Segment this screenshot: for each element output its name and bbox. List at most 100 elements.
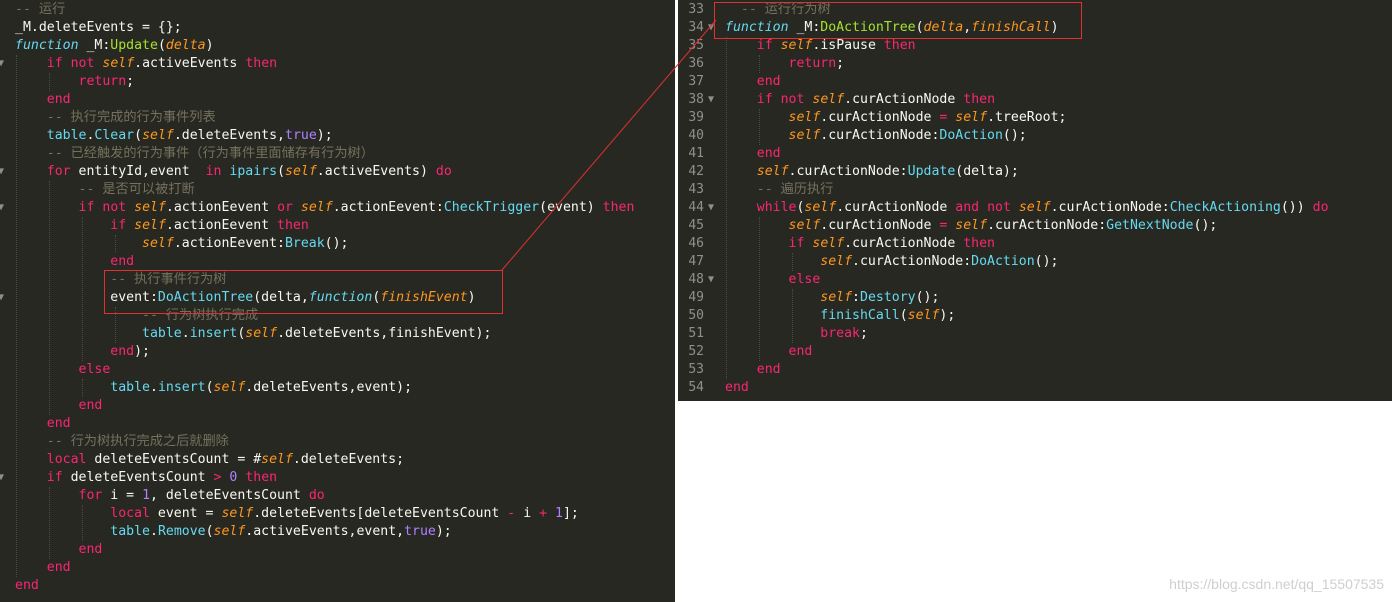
code-token: while <box>756 200 797 215</box>
code-token: if <box>756 38 773 53</box>
code-line[interactable]: end <box>15 397 103 415</box>
code-line[interactable]: while(self.curActionNode and not self.cu… <box>725 199 1329 217</box>
code-line[interactable]: for i = 1, deleteEventsCount do <box>15 487 325 505</box>
code-token: self <box>788 128 821 143</box>
code-line[interactable]: table.Remove(self.activeEvents,event,tru… <box>15 523 451 541</box>
code-line[interactable]: table.Clear(self.deleteEvents,true); <box>15 127 333 145</box>
code-token: i <box>515 506 540 521</box>
code-token: Update <box>907 164 956 179</box>
highlight-box-doactiontree-call <box>104 270 503 314</box>
code-token: end <box>756 74 781 89</box>
code-token: .curActionNode <box>844 92 964 107</box>
code-line[interactable]: end <box>15 541 103 559</box>
code-line[interactable]: else <box>15 361 111 379</box>
code-token: .deleteEvents,finishEvent); <box>277 326 492 341</box>
code-line[interactable]: local deleteEventsCount = #self.deleteEv… <box>15 451 404 469</box>
fold-arrow-icon[interactable]: ▼ <box>0 163 6 181</box>
code-token: if <box>46 56 63 71</box>
code-line[interactable]: if self.isPause then <box>725 37 916 55</box>
fold-arrow-icon[interactable]: ▼ <box>0 199 6 217</box>
code-line[interactable]: if deleteEventsCount > 0 then <box>15 469 277 487</box>
code-line[interactable]: end <box>15 559 71 577</box>
code-line[interactable]: if not self.actionEevent or self.actionE… <box>15 199 635 217</box>
right-code-editor[interactable]: 33 34 35 36 37 38 39 40 41 42 43 44 45 46 47 48 49 50 51 52… <box>678 0 1392 401</box>
fold-arrow-icon[interactable]: ▼ <box>0 55 6 73</box>
code-line[interactable]: -- 已经触发的行为事件（行为事件里面储存有行为树） <box>15 145 374 163</box>
code-token: ipairs <box>229 164 278 179</box>
code-token: ; <box>836 56 845 71</box>
code-line[interactable]: -- 是否可以被打断 <box>15 181 195 199</box>
code-token: self <box>955 110 988 125</box>
code-line[interactable]: -- 运行 <box>15 1 65 19</box>
code-line[interactable]: end <box>15 253 134 271</box>
code-line[interactable]: for entityId,event in ipairs(self.active… <box>15 163 452 181</box>
code-line[interactable]: break; <box>725 325 868 343</box>
fold-arrow-icon[interactable]: ▼ <box>706 199 716 217</box>
code-token: .curActionNode <box>820 218 940 233</box>
code-line[interactable]: else <box>725 271 821 289</box>
code-line[interactable]: end <box>725 361 781 379</box>
code-line[interactable]: end); <box>15 343 150 361</box>
code-line[interactable]: local event = self.deleteEvents[deleteEv… <box>15 505 579 523</box>
code-line[interactable]: -- 行为树执行完成之后就删除 <box>15 433 229 451</box>
code-line[interactable]: end <box>725 379 749 397</box>
code-token: self <box>245 326 278 341</box>
code-line[interactable]: return; <box>725 55 845 73</box>
code-line[interactable]: self:Destory(); <box>725 289 939 307</box>
code-line[interactable]: self.curActionNode = self.curActionNode:… <box>725 217 1218 235</box>
code-line[interactable]: function _M:Update(delta) <box>15 37 214 55</box>
fold-arrow-icon[interactable]: ▼ <box>706 271 716 289</box>
code-line[interactable]: -- 遍历执行 <box>725 181 834 199</box>
code-token: ) <box>205 38 214 53</box>
code-line[interactable]: self.curActionNode:DoAction(); <box>725 127 1027 145</box>
code-line[interactable]: if not self.activeEvents then <box>15 55 277 73</box>
code-line[interactable]: self.actionEevent:Break(); <box>15 235 348 253</box>
code-line[interactable]: end <box>15 577 39 595</box>
code-token: self <box>804 200 837 215</box>
code-token: Update <box>110 38 158 53</box>
code-line[interactable]: table.insert(self.deleteEvents,finishEve… <box>15 325 491 343</box>
fold-arrow-icon[interactable]: ▼ <box>0 469 6 487</box>
code-token: end <box>78 542 103 557</box>
code-line[interactable]: self.curActionNode:Update(delta); <box>725 163 1019 181</box>
code-token: end <box>725 380 749 395</box>
left-code-editor[interactable]: ▼ ▼ ▼ ▼ ▼ -- 运行 _M.deleteEvents = {}; function… <box>0 0 675 602</box>
code-line[interactable]: if not self.curActionNode then <box>725 91 995 109</box>
fold-arrow-icon[interactable]: ▼ <box>706 91 716 109</box>
code-line[interactable]: _M.deleteEvents = {}; <box>15 19 182 37</box>
code-line[interactable]: end <box>15 91 71 109</box>
code-token: then <box>883 38 916 53</box>
code-token: .deleteEvents, <box>173 128 285 143</box>
code-line[interactable]: return; <box>15 73 135 91</box>
code-token: self <box>812 236 845 251</box>
code-line[interactable]: -- 执行完成的行为事件列表 <box>15 109 216 127</box>
code-line[interactable]: end <box>15 415 71 433</box>
code-line[interactable]: finishCall(self); <box>725 307 955 325</box>
code-token: ); <box>939 308 956 323</box>
code-line[interactable]: if self.actionEevent then <box>15 217 309 235</box>
code-token: table <box>110 524 150 539</box>
code-line[interactable]: table.insert(self.deleteEvents,event); <box>15 379 412 397</box>
code-token: Clear <box>94 128 135 143</box>
code-line[interactable]: end <box>725 73 781 91</box>
fold-arrow-icon[interactable]: ▼ <box>0 289 6 307</box>
code-line[interactable]: self.curActionNode:DoAction(); <box>725 253 1058 271</box>
code-line[interactable]: if self.curActionNode then <box>725 235 995 253</box>
code-line[interactable]: end <box>725 343 813 361</box>
code-line[interactable]: self.curActionNode = self.treeRoot; <box>725 109 1067 127</box>
code-token: in <box>205 164 222 179</box>
code-token: self <box>221 506 254 521</box>
code-line[interactable]: end <box>725 145 781 163</box>
